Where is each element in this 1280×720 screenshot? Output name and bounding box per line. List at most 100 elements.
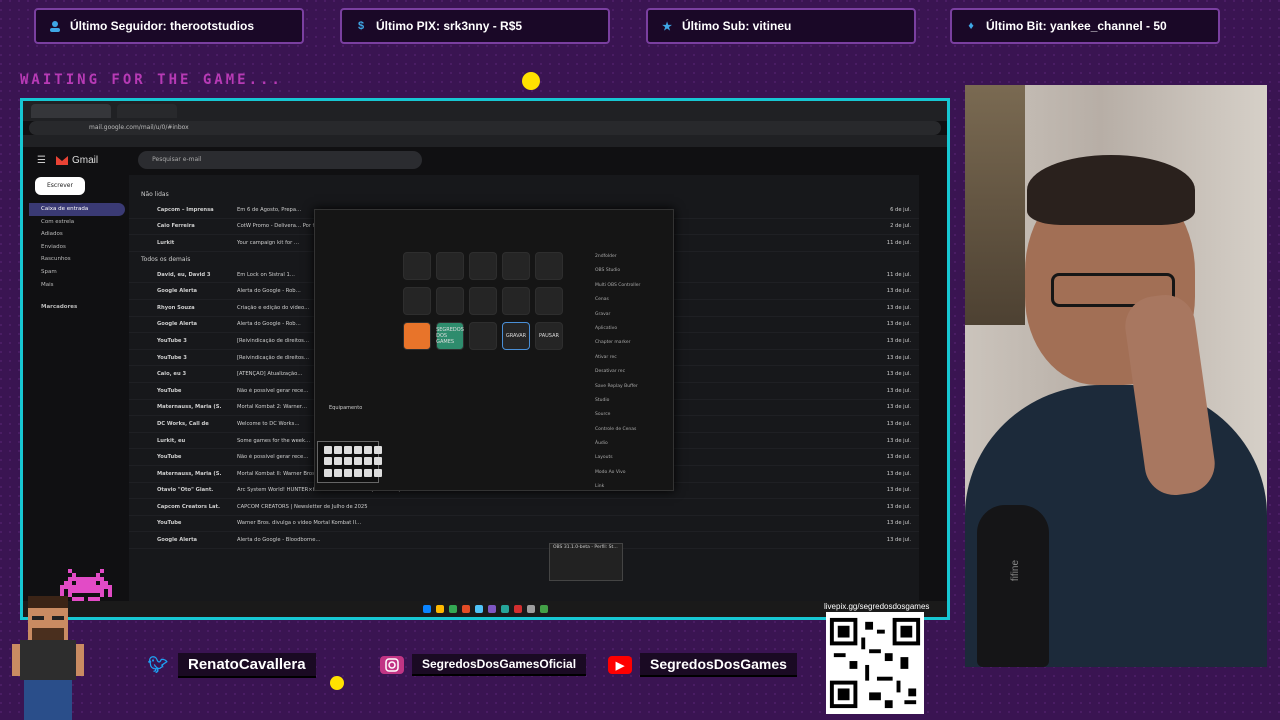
search-input[interactable]: Pesquisar e-mail bbox=[138, 151, 423, 169]
windows-taskbar bbox=[23, 601, 947, 617]
row-date: 13 de jul. bbox=[886, 437, 911, 444]
row-date: 11 de jul. bbox=[886, 271, 911, 278]
row-sender: YouTube 3 bbox=[157, 337, 187, 344]
sidebar-item-inbox[interactable]: Caixa de entrada bbox=[29, 203, 125, 216]
streamdeck-action-item[interactable]: Source bbox=[583, 408, 667, 422]
twitter-icon: 🐦︎ bbox=[147, 657, 169, 674]
row-sender: David, eu, David 3 bbox=[157, 271, 211, 278]
row-sender: Maternauss, Maria (S. bbox=[157, 470, 222, 477]
address-bar[interactable]: mail.google.com/mail/u/0/#inbox bbox=[29, 121, 941, 135]
alert-label: Último PIX: srk3nny - R$5 bbox=[376, 19, 523, 33]
table-row[interactable]: Google Alerta Alerta do Google - Bloodbor… bbox=[129, 532, 919, 549]
streamdeck-key[interactable] bbox=[403, 287, 431, 315]
streamdeck-key[interactable]: SEGREDOS DOS GAMES bbox=[436, 322, 464, 350]
browser-tab[interactable] bbox=[117, 104, 177, 118]
table-row[interactable]: Capcom Creators Lat. CAPCOM CREATORS | Ne… bbox=[129, 499, 919, 516]
streamdeck-action-item[interactable]: Desativar rec bbox=[583, 365, 667, 379]
streamdeck-action-item[interactable]: Chapter marker bbox=[583, 336, 667, 350]
row-sender: Caio, eu 3 bbox=[157, 371, 187, 378]
browser-tab[interactable] bbox=[31, 104, 111, 118]
streamdeck-key[interactable] bbox=[535, 252, 563, 280]
gmail-logo[interactable]: Gmail bbox=[55, 155, 98, 166]
social-handle: SegredosDosGamesOficial bbox=[412, 654, 587, 676]
row-sender: Google Alerta bbox=[157, 537, 198, 544]
bookmarks-bar bbox=[23, 135, 947, 147]
row-sender: YouTube bbox=[157, 454, 182, 461]
screen-capture: mail.google.com/mail/u/0/#inbox ☰ Gmail … bbox=[20, 98, 950, 620]
instagram-icon bbox=[380, 656, 404, 674]
streamdeck-action-item[interactable]: Modo Ao Vivo bbox=[583, 466, 667, 480]
equipment-label: Equipamento bbox=[329, 405, 363, 411]
streamdeck-action-item[interactable]: Ativar rec bbox=[583, 351, 667, 365]
streamdeck-action-item[interactable]: Cenas bbox=[583, 293, 667, 307]
streamdeck-key-record[interactable] bbox=[403, 322, 431, 350]
menu-icon[interactable]: ☰ bbox=[37, 155, 46, 166]
app-icon[interactable] bbox=[539, 605, 548, 613]
streamdeck-action-item[interactable]: Link bbox=[583, 480, 667, 494]
microphone bbox=[977, 505, 1049, 667]
streamdeck-key[interactable]: GRAVAR bbox=[502, 322, 530, 350]
streamdeck-key[interactable]: PAUSAR bbox=[535, 322, 563, 350]
alert-last-pix: $ Último PIX: srk3nny - R$5 bbox=[340, 8, 610, 44]
user-icon bbox=[48, 19, 62, 33]
app-icon[interactable] bbox=[474, 605, 483, 613]
sidebar-item-sent[interactable]: Enviados bbox=[29, 241, 125, 254]
compose-button[interactable]: Escrever bbox=[35, 177, 85, 195]
row-date: 13 de jul. bbox=[886, 420, 911, 427]
sidebar-item-drafts[interactable]: Rascunhos bbox=[29, 253, 125, 266]
sidebar-item-spam[interactable]: Spam bbox=[29, 266, 125, 279]
chrome-icon[interactable] bbox=[448, 605, 457, 613]
streamdeck-action-item[interactable]: 2ndfolder bbox=[583, 250, 667, 264]
start-icon[interactable] bbox=[422, 605, 431, 613]
row-sender: Google Alerta bbox=[157, 288, 198, 295]
streamdeck-action-item[interactable]: Controle de Cenas bbox=[583, 423, 667, 437]
sidebar-item-starred[interactable]: Com estrela bbox=[29, 216, 125, 229]
app-icon[interactable] bbox=[461, 605, 470, 613]
webcam-shelf bbox=[965, 85, 1025, 325]
obs-icon[interactable] bbox=[526, 605, 535, 613]
social-youtube[interactable]: ▶ SegredosDosGames bbox=[608, 650, 797, 680]
streamdeck-action-item[interactable]: Studio bbox=[583, 394, 667, 408]
sidebar-item-snoozed[interactable]: Adiados bbox=[29, 228, 125, 241]
dollar-icon: $ bbox=[357, 20, 365, 32]
streamdeck-action-item[interactable]: Layouts bbox=[583, 451, 667, 465]
streamdeck-key[interactable] bbox=[502, 252, 530, 280]
streamdeck-key[interactable] bbox=[403, 252, 431, 280]
streamdeck-action-item[interactable]: Save Replay Buffer bbox=[583, 380, 667, 394]
labels-heading: Marcadores bbox=[41, 304, 78, 311]
row-sender: Capcom Creators Lat. bbox=[157, 503, 221, 510]
app-icon[interactable] bbox=[500, 605, 509, 613]
waiting-banner: WAITING FOR THE GAME... bbox=[20, 72, 283, 88]
streamdeck-key[interactable] bbox=[535, 287, 563, 315]
streamdeck-key[interactable] bbox=[469, 252, 497, 280]
streamdeck-key[interactable] bbox=[436, 252, 464, 280]
streamdeck-action-item[interactable]: Áudio bbox=[583, 437, 667, 451]
qr-code[interactable] bbox=[826, 612, 924, 714]
social-instagram[interactable]: SegredosDosGamesOficial bbox=[380, 650, 587, 680]
gmail-header: ☰ Gmail Pesquisar e-mail bbox=[23, 147, 947, 173]
streamdeck-key[interactable] bbox=[469, 287, 497, 315]
app-icon[interactable] bbox=[513, 605, 522, 613]
streamdeck-action-item[interactable]: Multi OBS Controller bbox=[583, 279, 667, 293]
row-date: 13 de jul. bbox=[886, 288, 911, 295]
social-twitter[interactable]: 🐦︎ RenatoCavallera bbox=[146, 650, 316, 680]
obs-taskbar-preview[interactable]: OBS 31.1.0-beta - Perfil: St… bbox=[549, 543, 623, 581]
streamdeck-action-item[interactable]: Aplicativo bbox=[583, 322, 667, 336]
decor-dot bbox=[330, 676, 344, 690]
streamdeck-key[interactable] bbox=[436, 287, 464, 315]
streamdeck-action-item[interactable]: OBS Studio bbox=[583, 264, 667, 278]
streamdeck-key[interactable] bbox=[469, 322, 497, 350]
section-unread[interactable]: Não lidas bbox=[129, 187, 919, 202]
sidebar-item-more[interactable]: Mais bbox=[29, 279, 125, 292]
app-icon[interactable] bbox=[487, 605, 496, 613]
row-date: 2 de jul. bbox=[890, 223, 911, 230]
row-date: 6 de jul. bbox=[890, 206, 911, 213]
row-date: 13 de jul. bbox=[886, 354, 911, 361]
streamdeck-action-item[interactable]: Gravar bbox=[583, 308, 667, 322]
table-row[interactable]: YouTube Warner Bros. divulga o vídeo Mort… bbox=[129, 516, 919, 533]
row-sender: YouTube bbox=[157, 387, 182, 394]
folder-icon[interactable] bbox=[435, 605, 444, 613]
streamdeck-key[interactable] bbox=[502, 287, 530, 315]
alert-last-bit: ♦ Último Bit: yankee_channel - 50 bbox=[950, 8, 1220, 44]
streamdeck-device[interactable] bbox=[317, 441, 382, 483]
